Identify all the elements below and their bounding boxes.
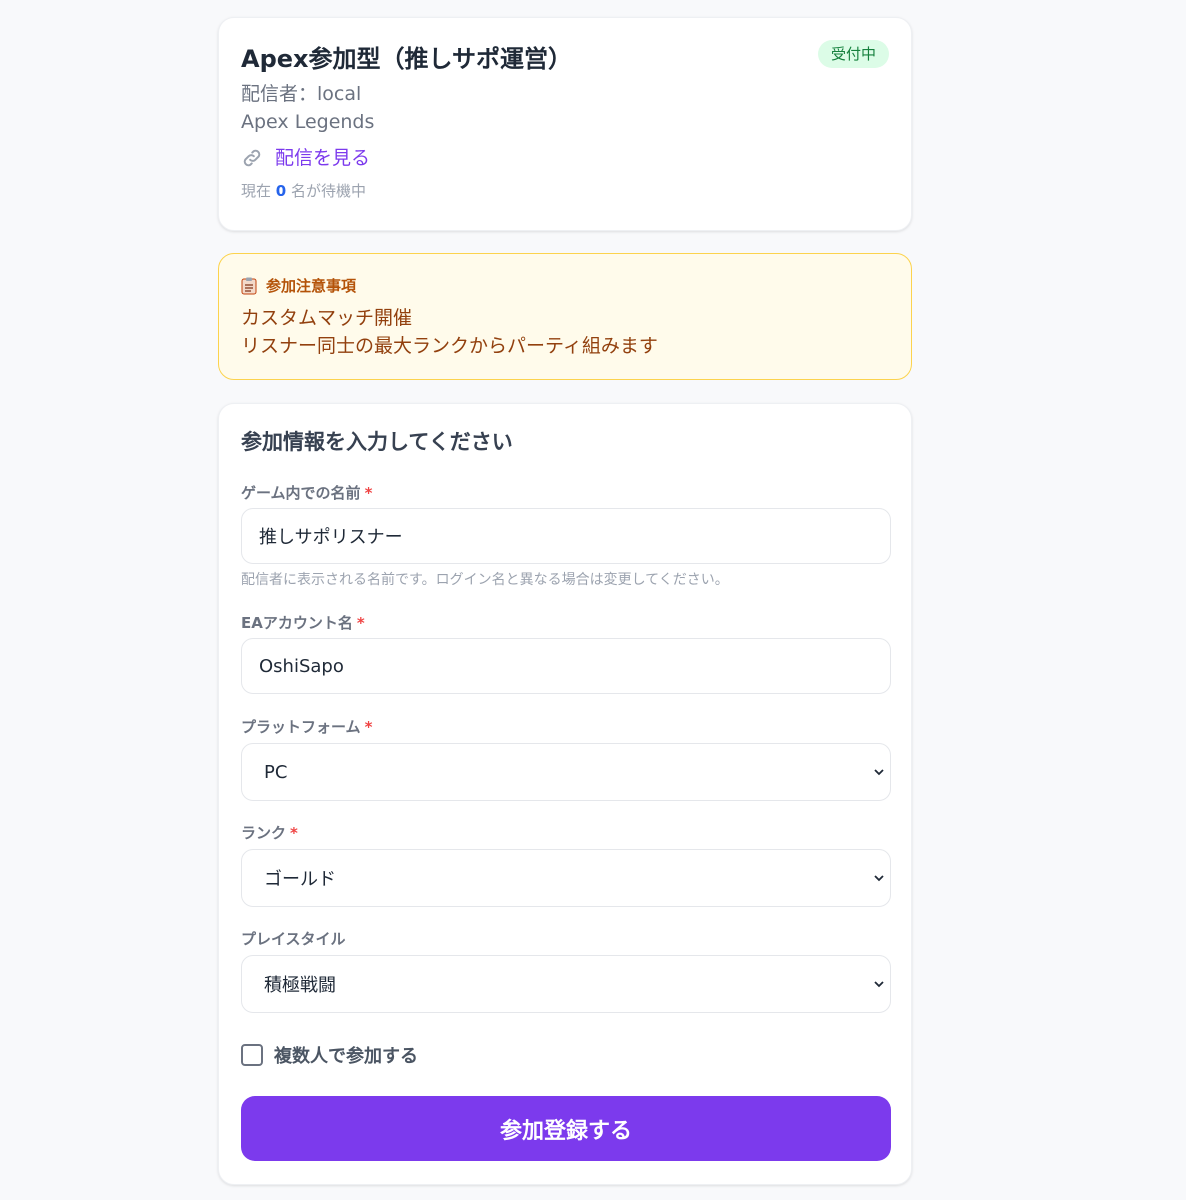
status-badge: 受付中 [817,40,889,68]
streamer-name: 配信者：local [241,83,362,105]
waiting-prefix: 現在 [241,182,272,200]
link-icon [243,149,261,167]
submit-registration-button[interactable]: 参加登録する [241,1096,891,1161]
ingame-name-label: ゲーム内での名前 * [241,482,889,504]
notice-box: 参加注意事項 カスタムマッチ開催 リスナー同士の最大ランクからパーティ組みます [218,253,912,380]
ingame-name-input[interactable] [241,508,891,564]
ingame-name-label-text: ゲーム内での名前 [241,484,361,502]
ea-account-field: EAアカウント名 * [241,612,891,694]
registration-form-card: 参加情報を入力してください ゲーム内での名前* 配信者に表示される名前です。ログ… [218,403,912,1185]
ea-account-label: EAアカウント名 * [241,612,889,634]
multi-player-checkbox-label: 複数人で参加する [274,1046,418,1067]
platform-field: プラットフォーム * PC [241,716,891,801]
ea-account-label-text: EAアカウント名 [241,614,353,632]
ea-account-input[interactable] [241,638,891,694]
platform-label: プラットフォーム * [241,716,889,738]
rank-selected-value: ゴールド [264,869,336,890]
waiting-suffix: 名が待機中 [291,182,367,200]
platform-select[interactable]: PC [241,743,891,801]
platform-label-text: プラットフォーム [241,718,361,736]
rank-field: ランク * ゴールド [241,822,891,907]
rank-label: ランク * [241,822,889,844]
required-mark: * [364,718,373,736]
playstyle-selected-value: 積極戦闘 [264,975,336,996]
multi-player-checkbox-row[interactable]: 複数人で参加する [241,1042,889,1068]
required-mark: * [356,614,365,632]
watch-stream-label: 配信を見る [275,147,371,169]
notice-header: 参加注意事項 [241,274,889,298]
chevron-down-icon [874,981,884,988]
notice-line: リスナー同士の最大ランクからパーティ組みます [241,335,658,357]
chevron-down-icon [874,875,884,882]
watch-stream-link[interactable]: 配信を見る [241,144,889,172]
required-mark: * [364,484,373,502]
chevron-down-icon [874,769,884,776]
waiting-count-text: 現在 0 名が待機中 [241,180,889,202]
ingame-name-help: 配信者に表示される名前です。ログイン名と異なる場合は変更してください。 [241,572,729,588]
event-title: Apex参加型（推しサポ運営） [241,45,573,73]
waiting-count: 0 [275,182,287,200]
playstyle-label: プレイスタイル [241,930,346,948]
notice-line: カスタムマッチ開催 [241,307,413,329]
playstyle-select[interactable]: 積極戦闘 [241,955,891,1013]
required-mark: * [290,824,298,842]
rank-label-text: ランク [241,824,287,842]
clipboard-icon [241,277,257,295]
notice-body: カスタムマッチ開催 リスナー同士の最大ランクからパーティ組みます [241,304,889,360]
event-card: Apex参加型（推しサポ運営） 受付中 配信者：local Apex Legen… [218,17,912,231]
rank-select[interactable]: ゴールド [241,849,891,907]
ingame-name-field: ゲーム内での名前* 配信者に表示される名前です。ログイン名と異なる場合は変更して… [241,482,891,590]
notice-title: 参加注意事項 [266,277,357,295]
game-name: Apex Legends [241,111,375,133]
platform-selected-value: PC [264,761,288,783]
page-container: Apex参加型（推しサポ運営） 受付中 配信者：local Apex Legen… [218,17,912,1185]
playstyle-field: プレイスタイル 積極戦闘 [241,928,891,1013]
form-title: 参加情報を入力してください [241,430,513,454]
multi-player-checkbox[interactable] [241,1044,263,1066]
